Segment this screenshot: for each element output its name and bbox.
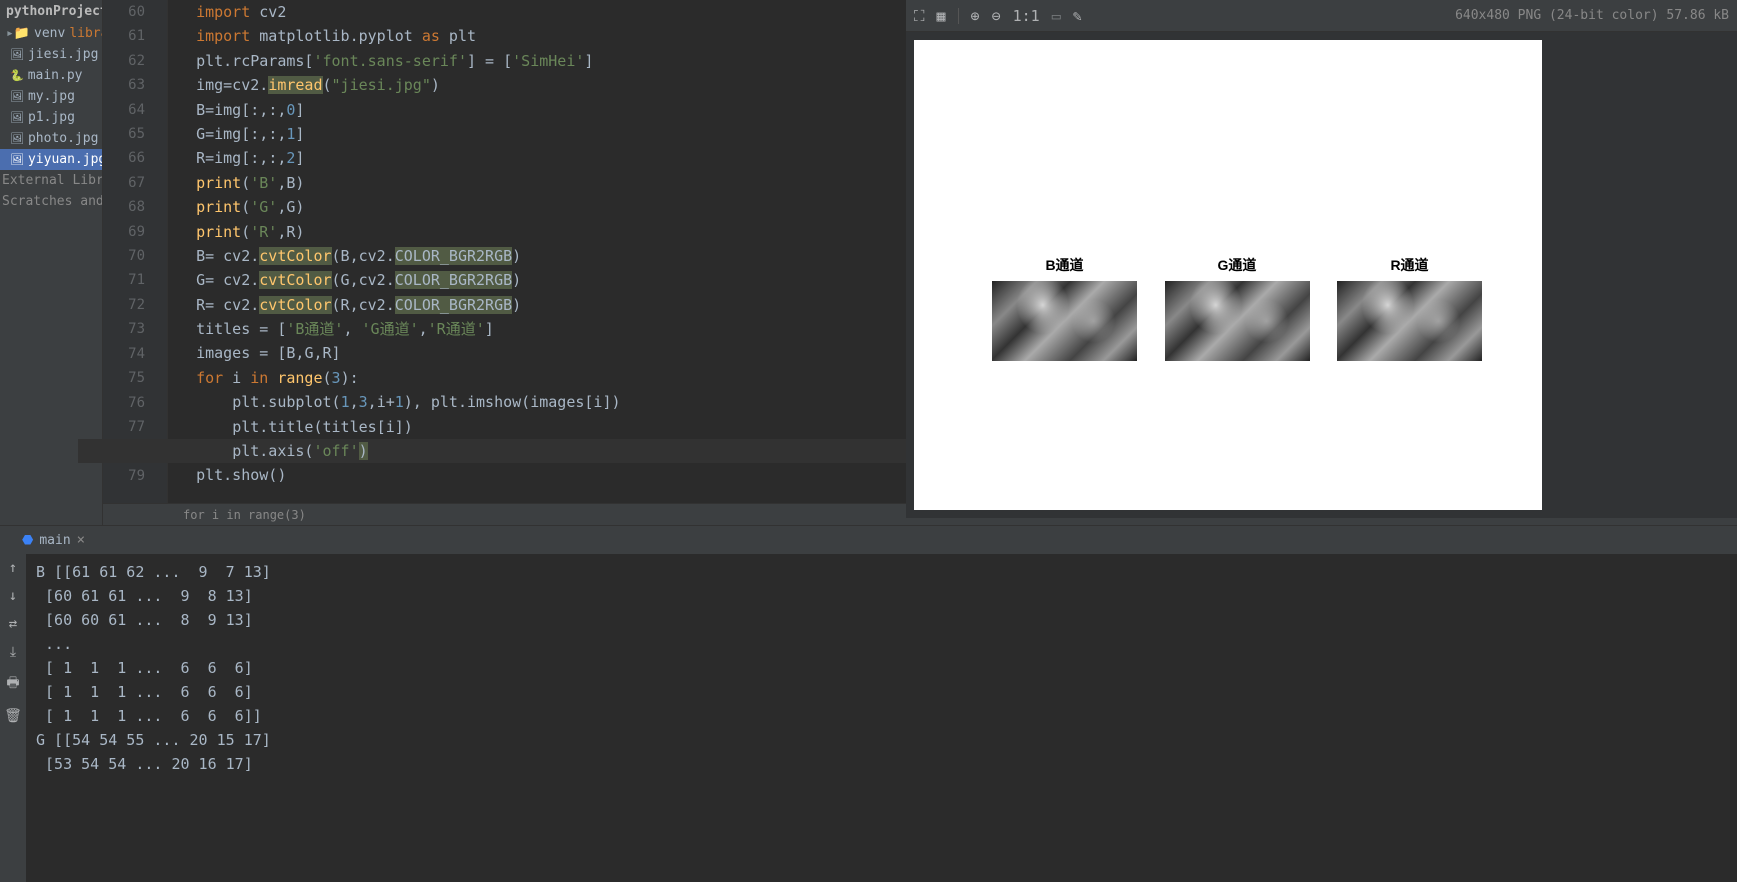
image-toolbar: ⛶ ▦ ⊕ ⊖ 1:1 ▭ ✎ 640x480 PNG (24-bit colo…	[906, 0, 1737, 32]
scroll-end-icon[interactable]: ⤓	[10, 644, 16, 660]
soft-wrap-icon[interactable]: ⇄	[9, 616, 17, 632]
image-file-icon: 🖼	[10, 132, 24, 145]
channel-image	[992, 281, 1137, 361]
fit-icon[interactable]: ⛶	[914, 7, 925, 25]
console-toolbar: ↑ ↓ ⇄ ⤓ 🖶 🗑	[0, 554, 26, 882]
channel-image	[1337, 281, 1482, 361]
channel-image	[1165, 281, 1310, 361]
file-label: p1.jpg	[28, 110, 75, 125]
color-picker-icon[interactable]: ✎	[1073, 7, 1082, 25]
print-icon[interactable]: 🖶	[6, 672, 19, 696]
python-file-icon: 🐍	[10, 69, 24, 82]
channel-B通道: B通道	[992, 255, 1137, 361]
channel-title: R通道	[1337, 255, 1482, 275]
image-file-icon: 🖼	[10, 111, 24, 124]
run-console: ⬣ main × ↑ ↓ ⇄ ⤓ 🖶 🗑 B [[61 61 62 ... 9 …	[0, 525, 1737, 882]
image-file-icon: 🖼	[10, 48, 24, 61]
image-info: 640x480 PNG (24-bit color) 57.86 kB	[1455, 8, 1729, 23]
up-stack-icon[interactable]: ↑	[9, 560, 17, 576]
grid-icon[interactable]: ▦	[937, 7, 946, 25]
channel-R通道: R通道	[1337, 255, 1482, 361]
image-canvas[interactable]: B通道 G通道 R通道	[914, 40, 1542, 510]
zoom-out-icon[interactable]: ⊖	[992, 7, 1001, 25]
image-preview-panel: ⛶ ▦ ⊕ ⊖ 1:1 ▭ ✎ 640x480 PNG (24-bit colo…	[906, 0, 1737, 518]
channel-title: B通道	[992, 255, 1137, 275]
image-file-icon: 🖼	[10, 153, 24, 166]
close-tab-icon[interactable]: ×	[77, 532, 85, 548]
python-icon: ⬣	[22, 533, 33, 548]
separator	[958, 8, 959, 24]
folder-icon: ▸📁	[6, 26, 30, 41]
channel-G通道: G通道	[1165, 255, 1310, 361]
run-tab-label: main	[39, 533, 70, 548]
file-label: main.py	[28, 68, 83, 83]
run-tab[interactable]: ⬣ main ×	[0, 526, 1737, 554]
background-icon[interactable]: ▭	[1052, 7, 1061, 25]
clear-icon[interactable]: 🗑	[4, 708, 22, 724]
image-file-icon: 🖼	[10, 90, 24, 103]
file-label: my.jpg	[28, 89, 75, 104]
down-stack-icon[interactable]: ↓	[9, 588, 17, 604]
console-output[interactable]: B [[61 61 62 ... 9 7 13] [60 61 61 ... 9…	[26, 554, 1737, 882]
zoom-in-icon[interactable]: ⊕	[971, 7, 980, 25]
actual-size-icon[interactable]: 1:1	[1013, 7, 1040, 25]
channel-title: G通道	[1165, 255, 1310, 275]
venv-label: venv	[34, 26, 65, 41]
